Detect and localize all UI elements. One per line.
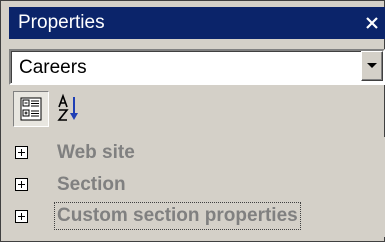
expand-plus-icon[interactable] <box>15 146 28 159</box>
object-selector-dropdown[interactable]: Careers <box>9 49 385 85</box>
categorized-icon <box>20 97 42 121</box>
chevron-down-icon <box>367 63 377 68</box>
dropdown-arrow-button[interactable] <box>361 51 383 81</box>
category-label[interactable]: Custom section properties <box>54 202 301 230</box>
category-label[interactable]: Section <box>57 173 126 197</box>
alphabetical-view-button[interactable] <box>53 91 89 127</box>
object-selector-value: Careers <box>19 57 87 78</box>
close-icon <box>366 17 378 29</box>
alphabetical-sort-icon <box>57 93 78 121</box>
properties-panel: Properties Careers Web site Section Cust… <box>0 0 385 242</box>
category-label[interactable]: Web site <box>57 141 135 165</box>
category-row-web-site[interactable]: Web site <box>9 137 385 169</box>
panel-title: Properties <box>18 12 105 33</box>
expand-plus-icon[interactable] <box>15 178 28 191</box>
title-bar[interactable]: Properties <box>9 7 385 39</box>
category-row-custom-section-properties[interactable]: Custom section properties <box>9 201 385 233</box>
property-categories: Web site Section Custom section properti… <box>9 137 385 237</box>
category-row-section[interactable]: Section <box>9 169 385 201</box>
panel-toolbar <box>9 89 385 133</box>
expand-plus-icon[interactable] <box>15 210 28 223</box>
close-button[interactable] <box>361 10 383 34</box>
categorized-view-button[interactable] <box>13 91 49 127</box>
